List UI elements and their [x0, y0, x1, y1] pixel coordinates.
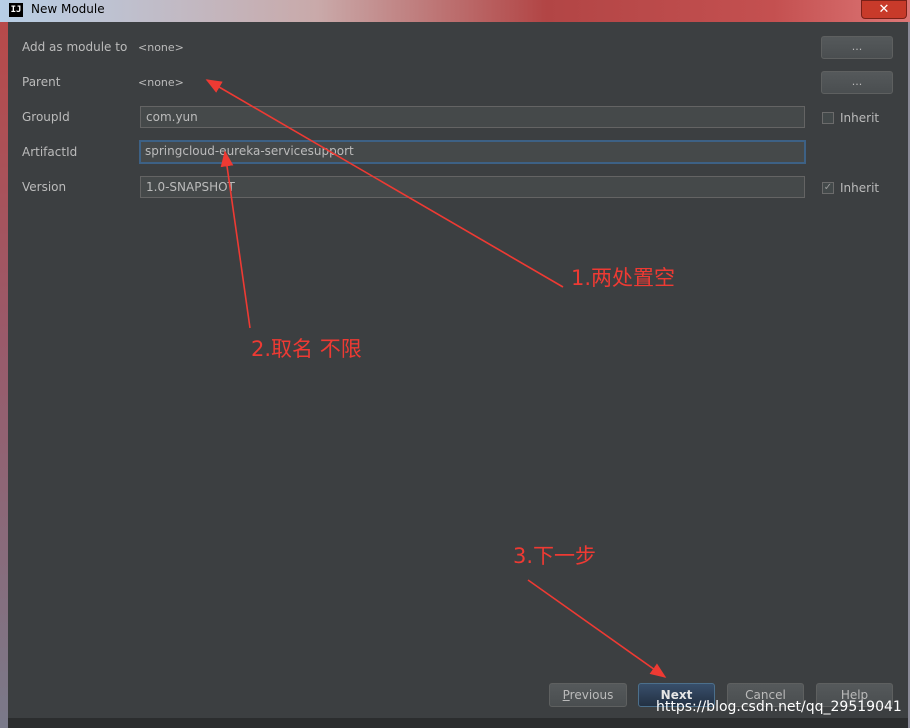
watermark-url: https://blog.csdn.net/qq_29519041 [656, 699, 902, 715]
annotation-note-3: 3.下一步 [513, 544, 597, 568]
arrow-to-parent [205, 79, 564, 288]
annotation-arrows [205, 79, 667, 678]
arrow-to-artifact [220, 150, 251, 329]
annotation-note-1: 1.两处置空 [571, 266, 676, 290]
annotation-note-2: 2.取名 不限 [251, 337, 362, 361]
arrow-to-next [527, 579, 667, 678]
